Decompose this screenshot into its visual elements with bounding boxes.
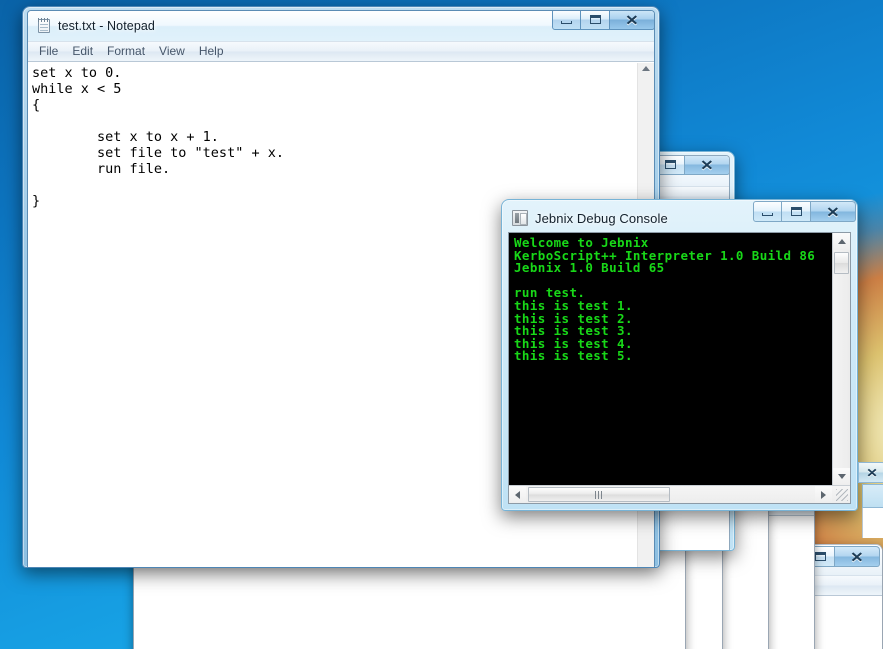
arrow-down-icon [837, 474, 846, 479]
vertical-scroll-thumb[interactable] [834, 252, 849, 274]
window-console[interactable]: Jebnix Debug Console ✕ Welcome to Jebnix… [501, 199, 858, 511]
horizontal-scroll-thumb[interactable] [528, 487, 670, 502]
background-window-body [862, 508, 883, 538]
menu-help[interactable]: Help [192, 43, 231, 60]
menu-edit[interactable]: Edit [65, 43, 100, 60]
resize-grip-icon[interactable] [836, 489, 848, 501]
menu-format[interactable]: Format [100, 43, 152, 60]
maximize-icon [814, 552, 826, 561]
maximize-icon [664, 160, 676, 169]
titlebar-main[interactable]: test.txt - Notepad ✕ [28, 11, 654, 41]
menu-view[interactable]: View [152, 43, 192, 60]
close-icon: ✕ [625, 11, 639, 28]
console-horizontal-scrollbar[interactable] [509, 485, 850, 503]
scroll-left-button[interactable] [509, 486, 526, 503]
arrow-up-icon [837, 239, 846, 244]
minimize-button[interactable] [552, 11, 581, 30]
close-button[interactable]: ✕ [610, 11, 654, 30]
menubar-main[interactable]: File Edit Format View Help [28, 41, 654, 62]
window-title: Jebnix Debug Console [535, 210, 668, 226]
window-title: test.txt - Notepad [58, 19, 155, 33]
scroll-right-button[interactable] [815, 486, 832, 503]
close-button[interactable]: ✕ [835, 546, 880, 567]
maximize-icon [790, 207, 802, 216]
minimize-icon [561, 20, 572, 24]
menu-file[interactable]: File [32, 43, 65, 60]
close-button[interactable]: ✕ [685, 156, 729, 175]
maximize-button[interactable] [656, 156, 685, 175]
window-buttons-console[interactable]: ✕ [753, 201, 856, 222]
maximize-icon [589, 15, 601, 24]
thumb-grip-icon [594, 490, 604, 499]
scroll-down-button[interactable] [833, 468, 850, 485]
close-icon: ✕ [826, 203, 840, 220]
close-icon: ✕ [850, 548, 864, 565]
minimize-button[interactable] [753, 201, 782, 222]
console-text: Welcome to Jebnix KerboScript++ Interpre… [514, 235, 816, 364]
titlebar-console[interactable]: Jebnix Debug Console ✕ [507, 201, 856, 232]
close-button[interactable]: ✕ [811, 201, 856, 222]
text-content: set x to 0. while x < 5 { set x to x + 1… [32, 65, 284, 209]
window-buttons-main[interactable]: ✕ [552, 11, 654, 30]
background-window-sliver[interactable] [862, 484, 883, 508]
notepad-icon [36, 18, 52, 34]
desktop: test6.txt - Notepad ✕ File Edit Format V… [0, 0, 883, 649]
maximize-button[interactable] [581, 11, 610, 30]
console-icon [512, 210, 528, 226]
background-window-close-button[interactable]: ✕ [858, 462, 883, 483]
console-vertical-scrollbar[interactable] [832, 233, 850, 485]
scroll-up-icon[interactable] [642, 66, 650, 71]
close-icon: ✕ [700, 156, 714, 173]
arrow-left-icon [515, 490, 520, 499]
scroll-up-button[interactable] [833, 233, 850, 250]
minimize-icon [762, 212, 773, 216]
console-output-area[interactable]: Welcome to Jebnix KerboScript++ Interpre… [508, 232, 851, 504]
close-icon: ✕ [866, 465, 878, 480]
arrow-right-icon [821, 490, 826, 499]
maximize-button[interactable] [782, 201, 811, 222]
